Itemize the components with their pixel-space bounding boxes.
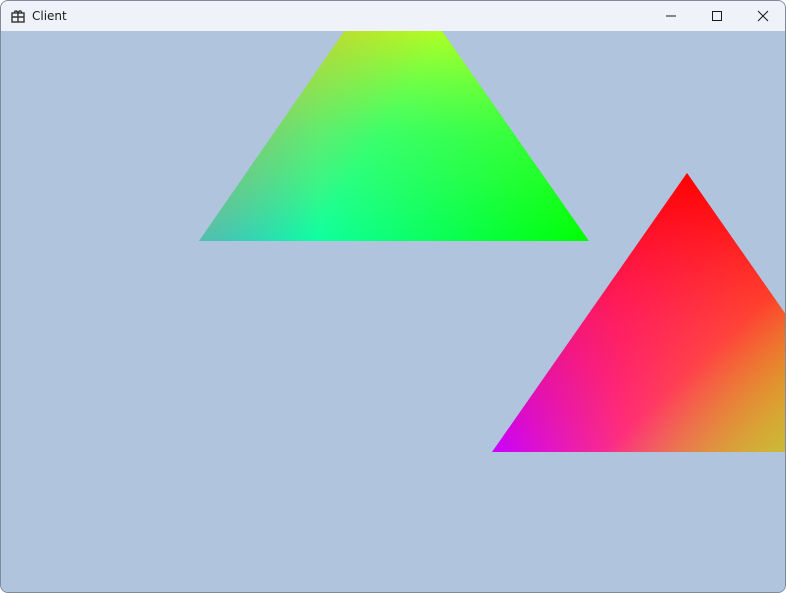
minimize-icon	[666, 15, 676, 17]
app-window: Client	[0, 0, 786, 593]
triangle-green	[199, 31, 589, 241]
window-title: Client	[32, 9, 67, 23]
minimize-button[interactable]	[648, 1, 694, 31]
render-surface[interactable]	[1, 31, 785, 592]
close-button[interactable]	[740, 1, 785, 31]
maximize-icon	[712, 11, 722, 21]
title-bar[interactable]: Client	[1, 1, 785, 31]
maximize-button[interactable]	[694, 1, 740, 31]
scene-canvas	[199, 31, 785, 452]
app-icon	[11, 10, 25, 23]
close-icon	[757, 10, 769, 22]
